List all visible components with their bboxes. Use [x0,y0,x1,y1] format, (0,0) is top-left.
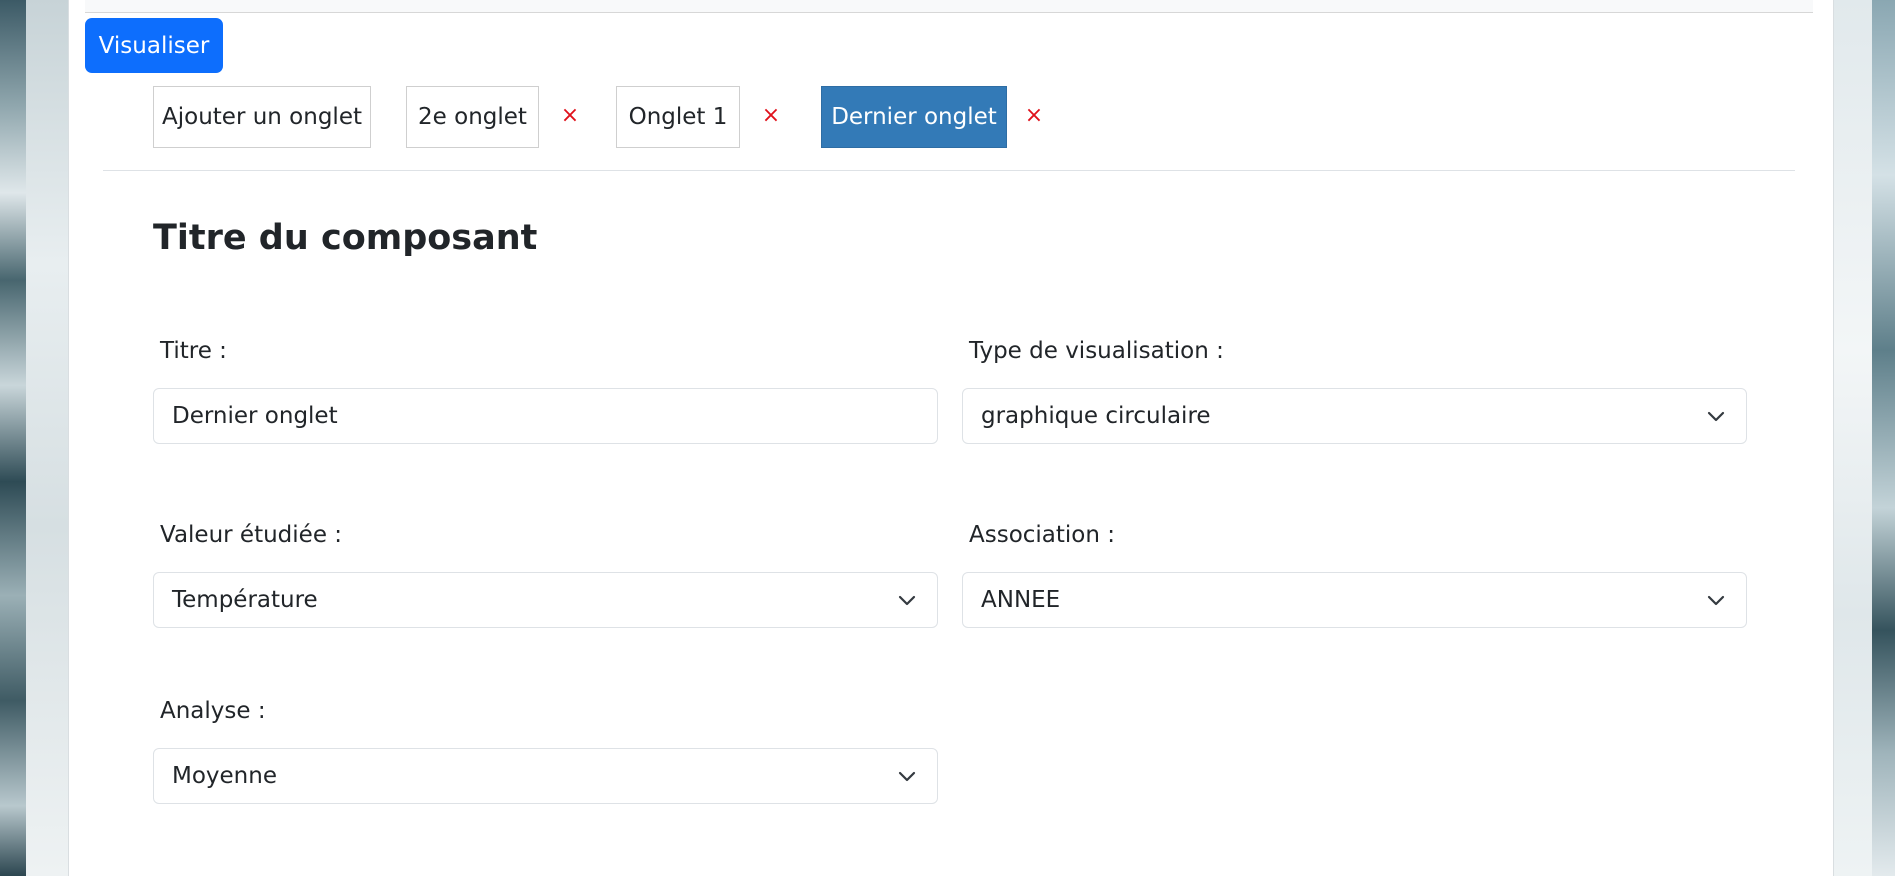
valeur-etudiee-select[interactable]: Température [153,572,938,628]
tab-onglet-1[interactable]: Onglet 1 [616,86,740,148]
chevron-down-icon [1707,411,1725,422]
valeur-etudiee-label: Valeur étudiée : [160,522,343,548]
tab-2e-onglet[interactable]: 2e onglet [406,86,539,148]
association-value: ANNEE [981,587,1061,613]
type-visualisation-select[interactable]: graphique circulaire [962,388,1747,444]
close-tab-2e-onglet-icon[interactable]: × [558,104,582,128]
background-photo-left [0,0,26,876]
chevron-down-icon [898,595,916,606]
close-tab-onglet-1-icon[interactable]: × [759,104,783,128]
association-label: Association : [969,522,1116,548]
background-photo-right [1872,0,1895,876]
component-title: Titre du composant [153,218,538,258]
visualiser-button[interactable]: Visualiser [85,18,223,73]
analyse-value: Moyenne [172,763,277,789]
type-visualisation-label: Type de visualisation : [969,338,1224,364]
titre-label: Titre : [160,338,227,364]
close-tab-dernier-onglet-icon[interactable]: × [1022,104,1046,128]
analyse-label: Analyse : [160,698,266,724]
chevron-down-icon [1707,595,1725,606]
tab-bar: Ajouter un onglet 2e onglet × Onglet 1 ×… [103,86,1795,171]
background-photo-left-edge [26,0,68,876]
valeur-etudiee-value: Température [172,587,318,613]
main-panel: Visualiser Ajouter un onglet 2e onglet ×… [68,0,1834,876]
chevron-down-icon [898,771,916,782]
top-divider [85,0,1813,13]
titre-input[interactable]: Dernier onglet [153,388,938,444]
add-tab-button[interactable]: Ajouter un onglet [153,86,371,148]
type-visualisation-value: graphique circulaire [981,403,1211,429]
association-select[interactable]: ANNEE [962,572,1747,628]
tab-dernier-onglet[interactable]: Dernier onglet [821,86,1007,148]
background-photo-right-edge [1832,0,1872,876]
analyse-select[interactable]: Moyenne [153,748,938,804]
